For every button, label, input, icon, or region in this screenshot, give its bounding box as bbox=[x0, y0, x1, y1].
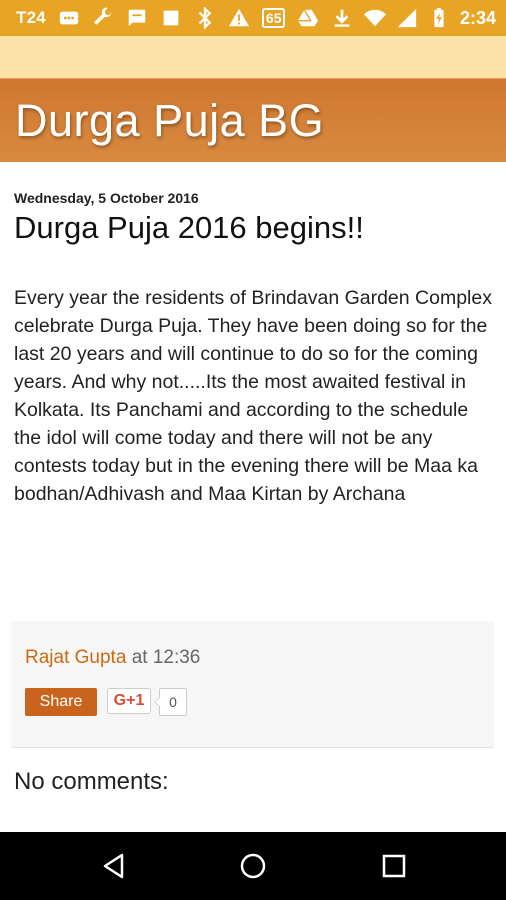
carrier-label: T24 bbox=[16, 8, 46, 27]
status-bar: T24 65 2:34 bbox=[0, 0, 506, 36]
share-button[interactable]: Share bbox=[25, 688, 97, 716]
post-footer: Rajat Gupta at 12:36 Share G+1 0 bbox=[11, 621, 494, 748]
at-label: at bbox=[131, 647, 148, 668]
post-time-link[interactable]: 12:36 bbox=[153, 647, 201, 668]
blog-header: Durga Puja BG bbox=[0, 78, 506, 162]
message-icon bbox=[58, 7, 80, 29]
back-icon[interactable] bbox=[100, 852, 128, 880]
blog-title[interactable]: Durga Puja BG bbox=[15, 95, 324, 147]
status-right: 2:34 bbox=[363, 7, 496, 29]
post-title[interactable]: Durga Puja 2016 begins!! bbox=[14, 210, 364, 246]
home-icon[interactable] bbox=[239, 852, 267, 880]
drive-icon bbox=[297, 7, 319, 29]
signal-icon bbox=[396, 7, 418, 29]
header-top-strip bbox=[0, 36, 506, 78]
status-left: T24 65 bbox=[16, 7, 364, 29]
author-link[interactable]: Rajat Gupta bbox=[25, 647, 126, 668]
warning-icon bbox=[228, 7, 250, 29]
badge-65: 65 bbox=[261, 8, 286, 28]
post-date: Wednesday, 5 October 2016 bbox=[14, 190, 199, 206]
gplus-button[interactable]: G+1 bbox=[107, 688, 151, 714]
author-line: Rajat Gupta at 12:36 bbox=[25, 647, 200, 669]
bluetooth-off-icon bbox=[194, 7, 216, 29]
wifi-icon bbox=[363, 7, 386, 29]
comments-heading: No comments: bbox=[14, 768, 169, 795]
clock: 2:34 bbox=[459, 7, 496, 28]
post-body: Every year the residents of Brindavan Ga… bbox=[14, 287, 492, 505]
gplus-count: 0 bbox=[154, 688, 187, 716]
square-icon bbox=[160, 7, 182, 29]
navigation-bar bbox=[0, 832, 506, 900]
download-icon bbox=[331, 7, 353, 29]
wrench-icon bbox=[92, 7, 114, 29]
recents-icon[interactable] bbox=[380, 852, 408, 880]
chat-icon bbox=[126, 7, 148, 29]
battery-charging-icon bbox=[428, 7, 450, 29]
